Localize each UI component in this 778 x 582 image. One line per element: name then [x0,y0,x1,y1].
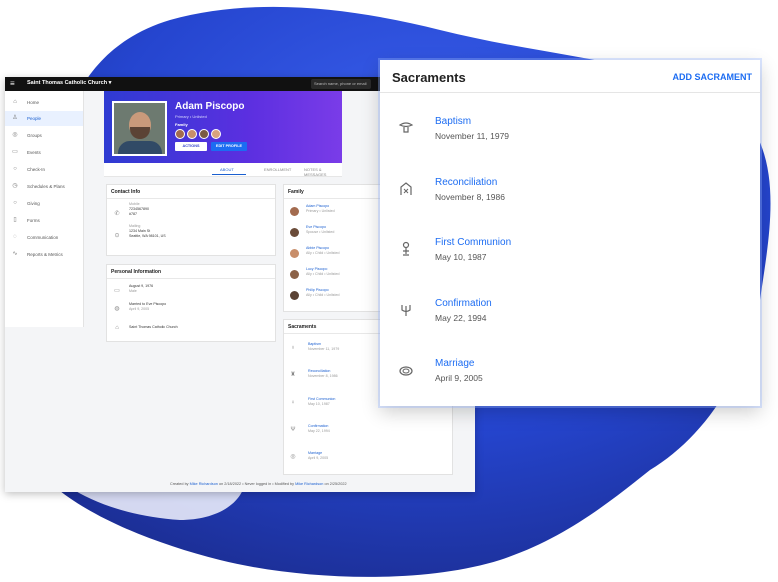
sidebar-item-events[interactable]: ▭ Events [5,145,83,160]
communication-icon: ◌ [13,234,17,240]
family-label: Family [175,122,188,127]
active-tab-indicator [212,174,246,175]
sidebar-item-home[interactable]: ⌂ Home [5,95,83,110]
sacrament-row-reconciliation[interactable]: Reconciliation November 8, 1986 [380,163,760,219]
sidebar-item-groups[interactable]: ◎ Groups [5,128,83,143]
rings-icon: ◎ [290,454,296,460]
profile-tabs: ABOUT ENROLLMENT NOTES & MESSAGES [104,163,342,177]
sidebar-item-schedules[interactable]: ◷ Schedules & Plans [5,179,83,194]
sacrament-row-first-communion[interactable]: First Communion May 10, 1987 [380,223,760,279]
family-avatar[interactable] [187,129,197,139]
sidebar-item-people[interactable]: ♙ People [5,111,83,126]
home-icon: ⌂ [13,99,17,105]
audit-footer: Created by Mike Richardson on 2/18/2022 … [170,482,347,486]
rings-icon: ◍ [114,306,120,312]
avatar[interactable] [290,207,299,216]
checkin-icon: ○ [13,166,17,172]
location-pin-icon: ⊙ [114,233,120,239]
personal-info-card: Personal Information ▭ August 9, 1976 Ma… [106,264,276,342]
chalice-icon [398,241,414,257]
schedule-icon: ◷ [12,183,18,189]
panel-title: Sacraments [392,70,466,85]
actions-button[interactable]: ACTIONS [175,142,207,151]
family-avatar[interactable] [211,129,221,139]
calendar-icon: ▭ [12,149,18,155]
sidebar-item-checkin[interactable]: ○ Check-In [5,162,83,177]
confirmation-dove-icon [398,302,414,318]
card-title: Personal Information [111,269,162,275]
search-input[interactable]: Search name, phone or email [311,79,371,89]
avatar[interactable] [290,291,299,300]
avatar[interactable] [290,228,299,237]
tab-about[interactable]: ABOUT [220,167,234,172]
profile-photo [112,101,167,156]
chalice-icon: ♀ [290,400,296,406]
avatar[interactable] [290,270,299,279]
reconciliation-icon: ♜ [290,372,296,378]
org-switcher[interactable]: Saint Thomas Catholic Church ▾ [27,80,111,86]
sacrament-row-marriage[interactable]: Marriage April 9, 2005 [380,344,760,400]
sidebar-item-reports[interactable]: ∿ Reports & Metrics [5,247,83,262]
sidebar-item-forms[interactable]: ▯ Forms [5,213,83,228]
sacraments-panel: Sacraments ADD SACRAMENT Baptism Novembe… [380,60,760,406]
profile-header: Adam Piscopo Primary • Unlisted Family A… [104,91,342,163]
avatar[interactable] [290,249,299,258]
confirmation-dove-icon: Ψ [290,427,296,433]
sacrament-row-baptism[interactable]: Baptism November 11, 1979 [380,102,760,158]
family-avatar[interactable] [175,129,185,139]
groups-icon: ◎ [12,132,18,138]
tab-enrollment[interactable]: ENROLLMENT [264,167,291,172]
birthday-icon: ▭ [114,288,120,294]
reconciliation-icon [398,181,414,197]
reports-icon: ∿ [12,251,18,257]
edit-profile-button[interactable]: EDIT PROFILE [211,142,247,151]
rings-icon [398,362,414,378]
baptism-font-icon: ♁ [290,345,296,351]
family-card: Family Adam Piscopo Primary • Unlisted E… [283,184,383,312]
card-title: Family [288,189,304,195]
sidebar: ⌂ Home ♙ People ◎ Groups ▭ Events ○ Check-In … [5,91,84,327]
profile-subtitle: Primary • Unlisted [175,114,207,119]
forms-icon: ▯ [13,217,17,223]
phone-icon: ✆ [114,211,120,217]
card-title: Sacraments [288,324,317,330]
people-icon: ♙ [12,115,18,121]
church-icon: ⌂ [115,325,119,331]
hamburger-icon[interactable]: ≡ [10,79,15,88]
tab-notes[interactable]: NOTES & MESSAGES [304,167,342,177]
card-title: Contact Info [111,189,141,195]
sidebar-item-giving[interactable]: ○ Giving [5,196,83,211]
giving-icon: ○ [13,200,17,206]
sidebar-item-communication[interactable]: ◌ Communication [5,230,83,245]
family-avatar[interactable] [199,129,209,139]
contact-info-card: Contact Info ✆ Mobile 7234567890 #787 ⊙ … [106,184,276,256]
add-sacrament-button[interactable]: ADD SACRAMENT [673,72,753,82]
sacrament-row-confirmation[interactable]: Confirmation May 22, 1994 [380,284,760,340]
profile-name: Adam Piscopo [175,101,245,112]
baptism-font-icon [398,120,414,136]
